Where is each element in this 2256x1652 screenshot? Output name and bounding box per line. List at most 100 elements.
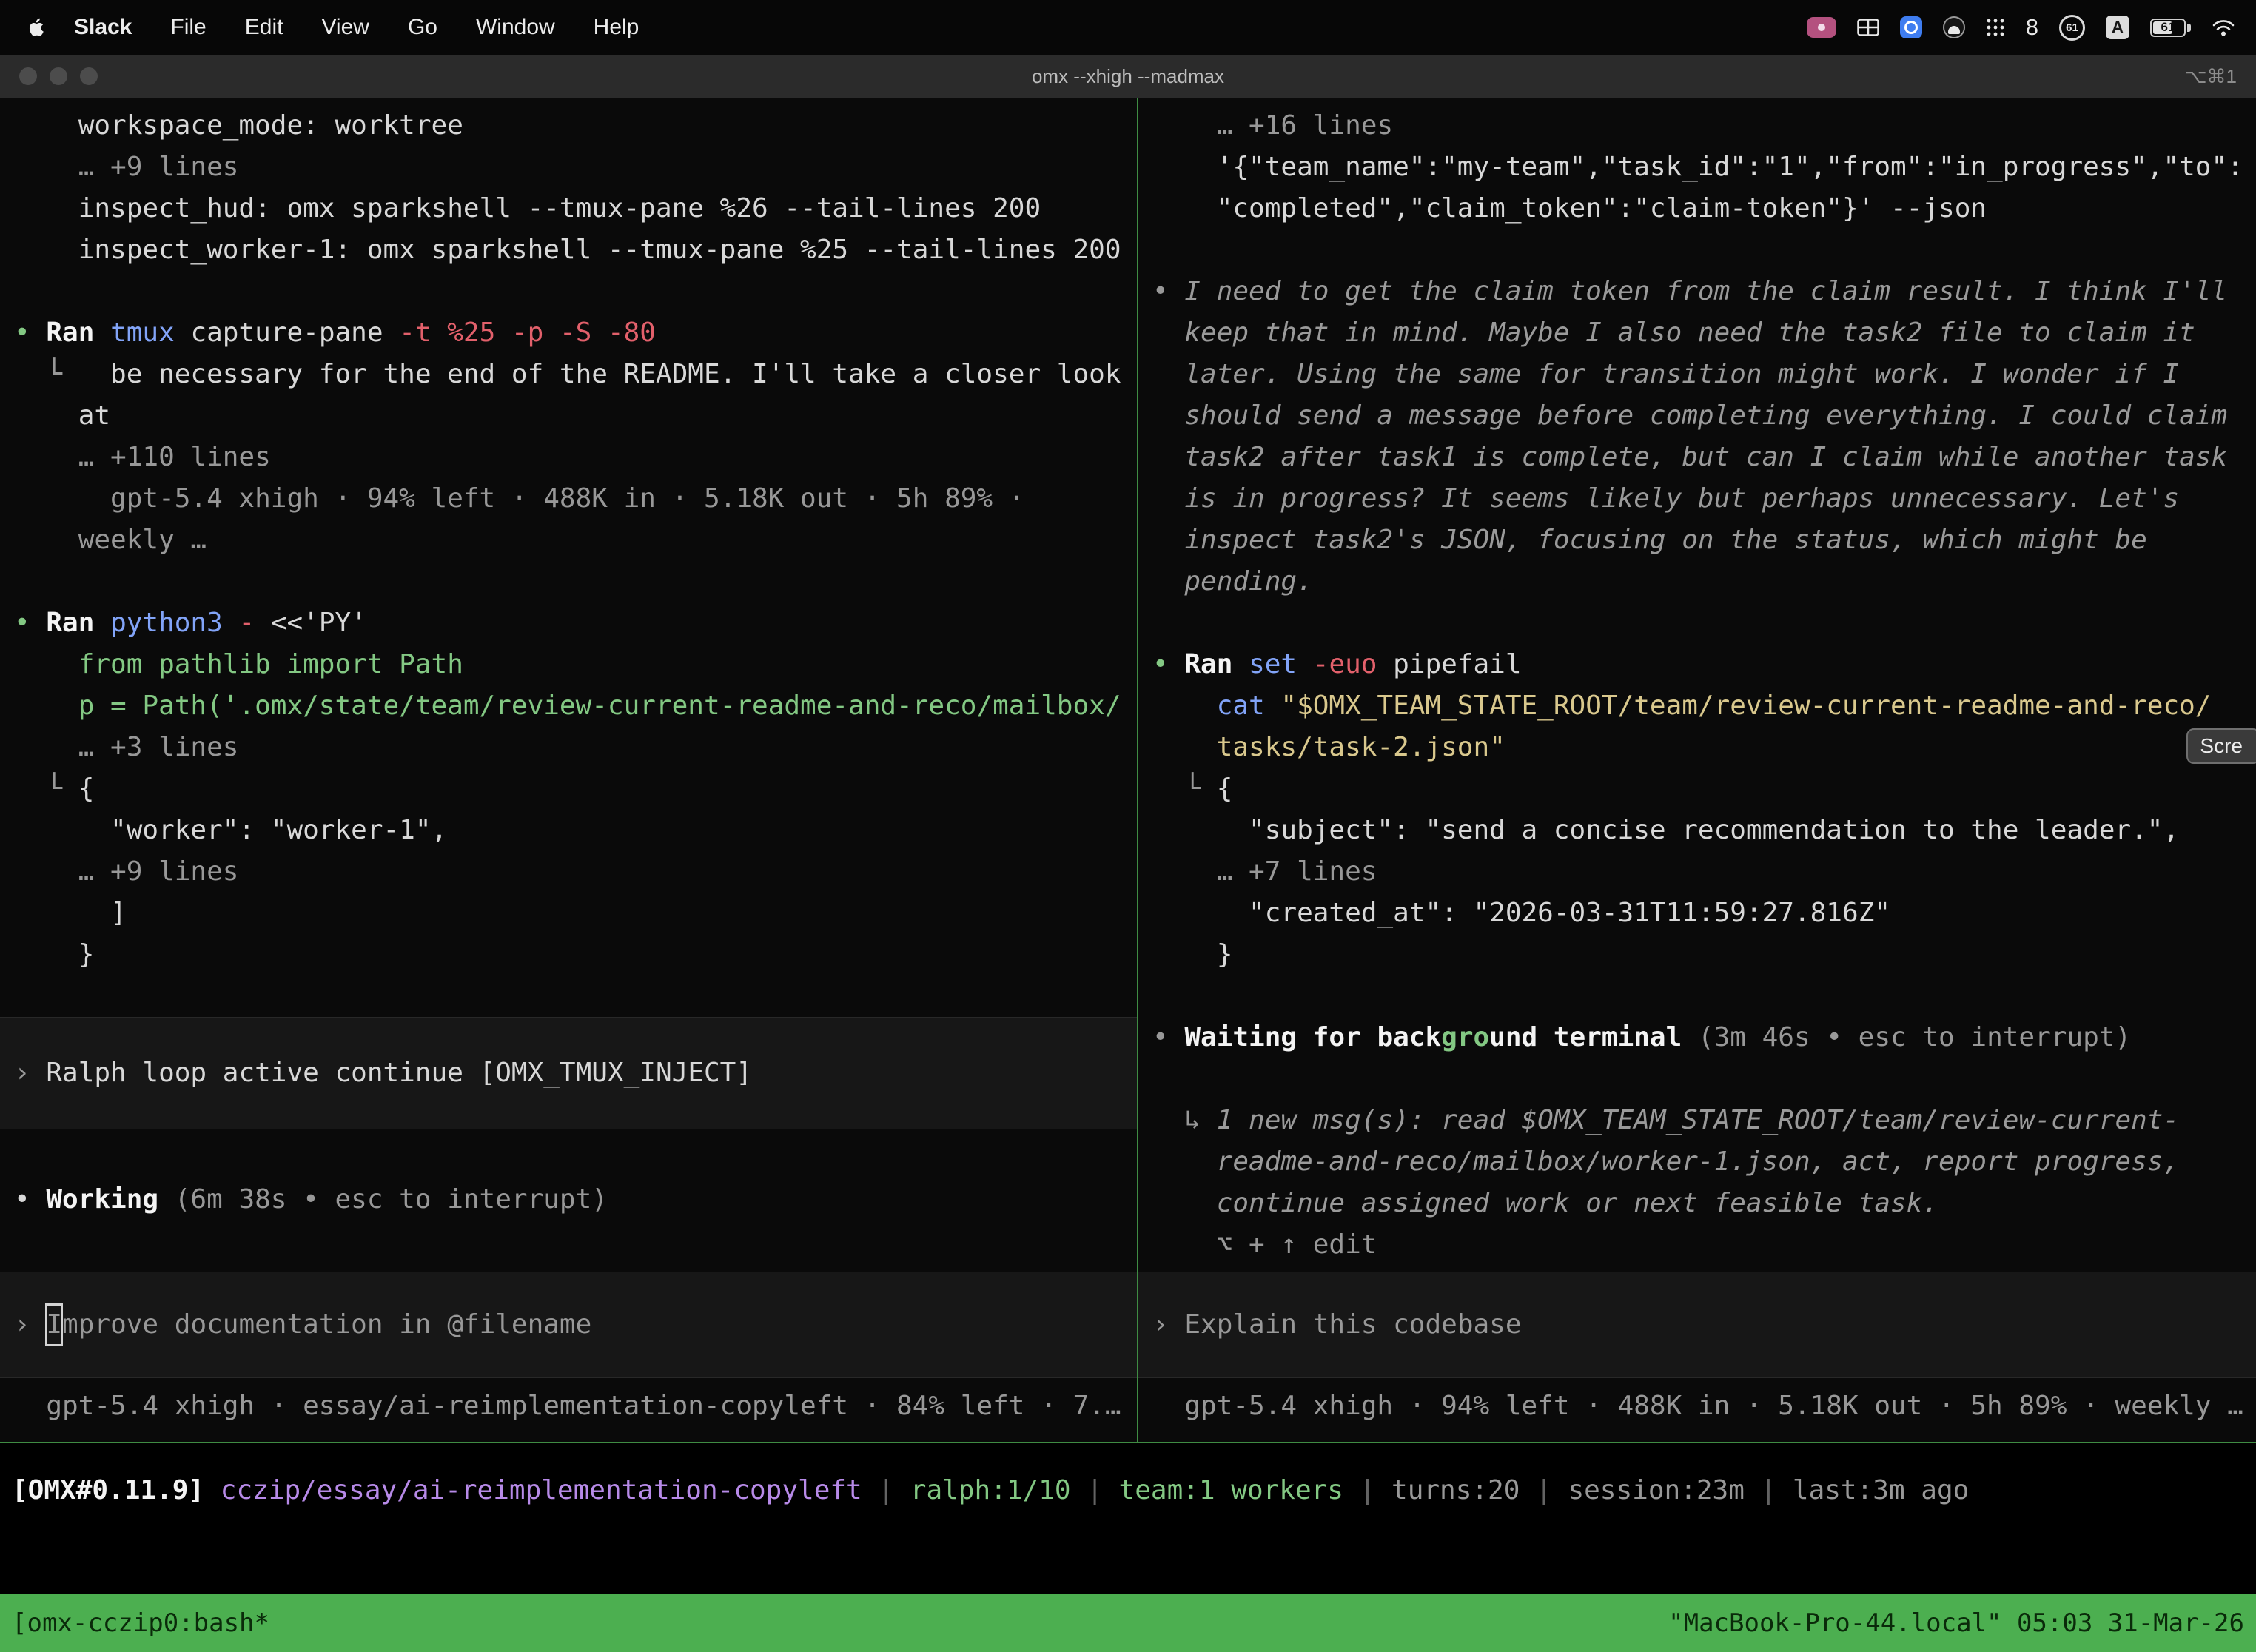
terminal-line <box>1152 602 2256 644</box>
traffic-lights <box>19 67 98 85</box>
terminal-line: • Ran python3 - <<'PY' <box>14 602 1137 644</box>
explain-codebase-input[interactable]: › Explain this codebase <box>1138 1272 2256 1378</box>
screen-tooltip: Scre <box>2186 728 2256 764</box>
terminal-line: tasks/task-2.json" <box>1152 727 2256 768</box>
terminal-line: ] <box>14 893 1137 934</box>
terminal-line: … +7 lines <box>1152 851 2256 893</box>
menu-item-file[interactable]: File <box>151 15 225 39</box>
dots-grid-icon[interactable] <box>1986 18 2005 37</box>
grid-icon[interactable] <box>1857 19 1879 36</box>
terminal-line: • Waiting for background terminal (3m 46… <box>1152 1017 2256 1058</box>
tmux-session-name: [omx-cczip0:bash* <box>12 1608 269 1638</box>
terminal-line <box>14 561 1137 602</box>
terminal-line: cat "$OMX_TEAM_STATE_ROOT/team/review-cu… <box>1152 685 2256 727</box>
terminal: workspace_mode: worktree … +9 lines insp… <box>0 98 2256 1443</box>
battery-body: 61 <box>2150 19 2186 37</box>
terminal-line: "created_at": "2026-03-31T11:59:27.816Z" <box>1152 893 2256 934</box>
blue-app-icon[interactable] <box>1900 16 1922 38</box>
window-shortcut: ⌥⌘1 <box>2185 65 2237 88</box>
terminal-line: … +9 lines <box>14 851 1137 893</box>
menu-item-edit[interactable]: Edit <box>226 15 303 39</box>
ralph-loop-input[interactable]: › Ralph loop active continue [OMX_TMUX_I… <box>0 1017 1137 1129</box>
right-pane-usage-line: gpt-5.4 xhigh · 94% left · 488K in · 5.1… <box>1152 1386 2256 1427</box>
terminal-line <box>14 271 1137 312</box>
prompt-input[interactable]: › Improve documentation in @filename <box>0 1272 1137 1378</box>
apple-menu-icon[interactable] <box>27 17 44 38</box>
battery-percent-value: 61 <box>2161 20 2175 35</box>
prompt-placeholder: mprove documentation in @filename <box>62 1304 591 1346</box>
terminal-line: inspect_hud: omx sparkshell --tmux-pane … <box>14 188 1137 229</box>
terminal-line: └ { <box>14 768 1137 810</box>
prompt-chevron: › <box>14 1304 46 1346</box>
menubar-status-icons: 8 61 A 61 <box>1807 14 2235 41</box>
terminal-line: from pathlib import Path <box>14 644 1137 685</box>
terminal-line: "completed","claim_token":"claim-token"}… <box>1152 188 2256 229</box>
window-title: omx --xhigh --madmax <box>1032 65 1224 88</box>
circle-percent-value: 61 <box>2066 21 2078 34</box>
terminal-line: "worker": "worker-1", <box>14 810 1137 851</box>
minimize-button[interactable] <box>50 67 67 85</box>
dark-app-icon[interactable] <box>1943 16 1965 38</box>
menu-item-list: SlackFileEditViewGoWindowHelp <box>55 15 658 40</box>
close-button[interactable] <box>19 67 37 85</box>
battery-nub <box>2187 24 2191 32</box>
terminal-line: at <box>14 395 1137 437</box>
terminal-line: … +110 lines <box>14 437 1137 478</box>
ghost-glyph-icon <box>1948 26 1960 34</box>
terminal-line: inspect task2's JSON, focusing on the st… <box>1152 520 2256 561</box>
terminal-line: • I need to get the claim token from the… <box>1152 271 2256 312</box>
terminal-line: keep that in mind. Maybe I also need the… <box>1152 312 2256 354</box>
terminal-line: • Ran set -euo pipefail <box>1152 644 2256 685</box>
terminal-line <box>1152 229 2256 271</box>
terminal-line: } <box>1152 934 2256 976</box>
terminal-line: continue assigned work or next feasible … <box>1152 1183 2256 1224</box>
explain-codebase-text: › Explain this codebase <box>1152 1304 1522 1346</box>
terminal-line <box>1152 976 2256 1017</box>
right-terminal-pane[interactable]: … +16 lines '{"team_name":"my-team","tas… <box>1138 98 2256 1442</box>
tmux-status-bar: [omx-cczip0:bash* "MacBook-Pro-44.local"… <box>0 1594 2256 1652</box>
screen-recording-indicator-icon[interactable] <box>1807 17 1836 38</box>
zoom-button[interactable] <box>80 67 98 85</box>
left-pane-usage-line: gpt-5.4 xhigh · essay/ai-reimplementatio… <box>14 1386 1137 1427</box>
record-dot-icon <box>1818 24 1825 31</box>
menu-item-window[interactable]: Window <box>457 15 574 39</box>
omx-status-line: [OMX#0.11.9] cczip/essay/ai-reimplementa… <box>12 1470 1969 1511</box>
terminal-line: weekly … <box>14 520 1137 561</box>
terminal-line: should send a message before completing … <box>1152 395 2256 437</box>
terminal-line: … +3 lines <box>14 727 1137 768</box>
menu-item-help[interactable]: Help <box>574 15 659 39</box>
terminal-line: readme-and-reco/mailbox/worker-1.json, a… <box>1152 1141 2256 1183</box>
right-pane-output: … +16 lines '{"team_name":"my-team","tas… <box>1152 105 2256 1266</box>
menu-item-go[interactable]: Go <box>389 15 457 39</box>
terminal-line: '{"team_name":"my-team","task_id":"1","f… <box>1152 147 2256 188</box>
terminal-line: inspect_worker-1: omx sparkshell --tmux-… <box>14 229 1137 271</box>
terminal-line: … +9 lines <box>14 147 1137 188</box>
terminal-line: workspace_mode: worktree <box>14 105 1137 147</box>
left-terminal-pane[interactable]: workspace_mode: worktree … +9 lines insp… <box>0 98 1138 1442</box>
terminal-line: └ be necessary for the end of the README… <box>14 354 1137 395</box>
terminal-line: is in progress? It seems likely but perh… <box>1152 478 2256 520</box>
ralph-loop-text: › Ralph loop active continue [OMX_TMUX_I… <box>14 1052 752 1094</box>
terminal-line: ↳ 1 new msg(s): read $OMX_TEAM_STATE_ROO… <box>1152 1100 2256 1141</box>
terminal-line: └ { <box>1152 768 2256 810</box>
menubar: SlackFileEditViewGoWindowHelp 8 61 A 61 <box>0 0 2256 55</box>
battery-icon[interactable]: 61 <box>2150 19 2191 37</box>
left-pane-output: workspace_mode: worktree … +9 lines insp… <box>14 105 1137 1017</box>
terminal-line: later. Using the same for transition mig… <box>1152 354 2256 395</box>
terminal-line: gpt-5.4 xhigh · 94% left · 488K in · 5.1… <box>14 478 1137 520</box>
terminal-line: … +16 lines <box>1152 105 2256 147</box>
wifi-icon[interactable] <box>2212 18 2235 37</box>
window-titlebar[interactable]: omx --xhigh --madmax ⌥⌘1 <box>0 55 2256 98</box>
terminal-line: p = Path('.omx/state/team/review-current… <box>14 685 1137 727</box>
terminal-line: task2 after task1 is complete, but can I… <box>1152 437 2256 478</box>
menu-item-slack[interactable]: Slack <box>55 15 151 39</box>
battery-percent-circle-icon[interactable]: 61 <box>2059 15 2085 41</box>
terminal-line: • Ran tmux capture-pane -t %25 -p -S -80 <box>14 312 1137 354</box>
tmux-host-clock: "MacBook-Pro-44.local" 05:03 31-Mar-26 <box>1668 1608 2244 1638</box>
menu-item-view[interactable]: View <box>302 15 388 39</box>
terminal-line: ⌥ + ↑ edit <box>1152 1224 2256 1266</box>
input-source-icon[interactable]: A <box>2106 16 2129 39</box>
stats-icon[interactable]: 8 <box>2026 14 2038 41</box>
terminal-line: } <box>14 934 1137 976</box>
terminal-line: "subject": "send a concise recommendatio… <box>1152 810 2256 851</box>
